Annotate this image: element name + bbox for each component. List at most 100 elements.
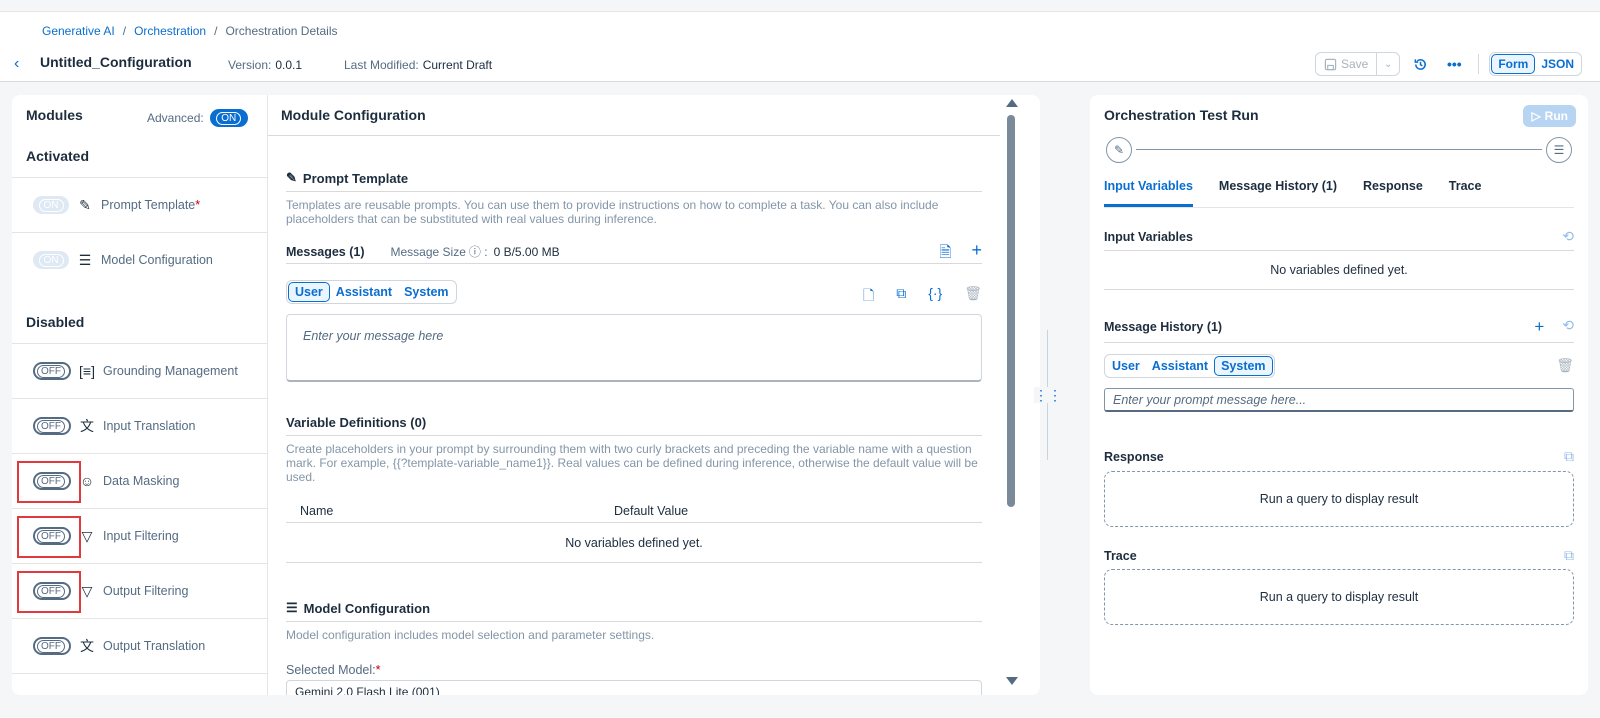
drag-handle-icon[interactable]: ⋮⋮ [1034,387,1062,403]
highlight-box [17,516,81,558]
module-toggle[interactable]: ON [33,251,69,269]
table-empty-row: No variables defined yet. [286,523,982,563]
module-toggle[interactable]: OFF [33,417,71,435]
info-icon[interactable]: ⓘ : [469,243,488,260]
copy-icon[interactable]: ⧉ [896,285,906,309]
breadcrumb-generative-ai[interactable]: Generative AI [42,24,115,38]
model-config-icon: ☰ [286,600,298,615]
messages-bar: Messages (1) Message Size ⓘ : 0 B/5.00 M… [286,240,982,264]
breadcrumb: Generative AI / Orchestration / Orchestr… [42,24,338,38]
module-output-translation[interactable]: OFF 文 Output Translation [12,618,268,673]
prompt-template-icon: ✎ [79,196,91,213]
step-prompt-icon[interactable]: ✎ [1106,137,1132,163]
save-button[interactable]: Save [1314,52,1378,76]
role-user-button[interactable]: User [1106,356,1146,376]
translate-icon: 文 [80,638,94,654]
response-result: Run a query to display result [1104,471,1574,527]
selected-model-field[interactable]: Gemini 2.0 Flash Lite (001) [286,680,982,695]
advanced-toggle-group: Advanced: ON [147,109,248,127]
model-configuration-section: ☰ Model Configuration Model configuratio… [286,600,982,642]
tab-input-variables[interactable]: Input Variables [1104,177,1193,207]
run-button[interactable]: ▷ Run [1523,105,1576,127]
module-configuration-title: Module Configuration [281,107,426,123]
version-value: 0.0.1 [275,58,303,72]
breadcrumb-orchestration[interactable]: Orchestration [134,24,206,38]
variable-icon[interactable]: {·} [928,285,942,309]
test-run-panel: Orchestration Test Run ▷ Run ✎ ☰ Input V… [1090,95,1588,695]
test-run-title: Orchestration Test Run [1104,107,1259,123]
role-system-button[interactable]: System [398,282,454,302]
trace-section: Trace ⧉ [1104,547,1574,564]
scroll-up-icon[interactable] [1006,99,1018,107]
delete-icon[interactable]: 🗑 [1556,357,1574,374]
add-file-icon[interactable]: 🗋 [863,285,874,309]
save-dropdown-chevron-icon[interactable]: ⌄ [1376,52,1401,76]
role-system-button[interactable]: System [1214,356,1273,376]
view-form-button[interactable]: Form [1491,54,1536,74]
tab-response[interactable]: Response [1363,177,1423,207]
role-assistant-button[interactable]: Assistant [330,282,398,302]
scroll-thumb[interactable] [1007,115,1015,507]
trace-result: Run a query to display result [1104,569,1574,625]
panel-splitter[interactable]: ⋮⋮ [1034,330,1062,460]
view-mode-toggle: Form JSON [1489,52,1582,76]
role-assistant-button[interactable]: Assistant [1146,356,1214,376]
add-message-icon[interactable]: + [971,241,982,267]
view-json-button[interactable]: JSON [1535,54,1580,74]
page-title: Untitled_Configuration [40,54,192,70]
modules-title: Modules [26,107,83,123]
mask-icon: ☺ [79,473,95,489]
module-toggle[interactable]: ON [33,196,69,214]
import-template-icon[interactable]: 🗎 [939,242,951,267]
advanced-toggle[interactable]: ON [209,109,248,127]
module-grounding-management[interactable]: OFF [≡] Grounding Management [12,343,268,398]
message-input[interactable]: Enter your message here [286,314,982,382]
role-user-button[interactable]: User [288,282,330,302]
filter-icon: ▽ [81,527,93,544]
variable-definitions-description: Create placeholders in your prompt by su… [286,442,978,484]
table-header: Name Default Value [286,499,982,523]
back-chevron-icon[interactable]: ‹ [14,55,19,73]
delete-icon[interactable]: 🗑 [964,285,982,309]
filter-icon: ▽ [81,582,93,599]
breadcrumb-current: Orchestration Details [225,24,338,38]
top-strip [0,0,1600,12]
variable-definitions-section: Variable Definitions (0) Create placehol… [286,415,982,484]
grounding-icon: [≡] [79,363,95,379]
history-icon[interactable] [1406,52,1434,76]
response-section: Response ⧉ [1104,448,1574,465]
tab-message-history[interactable]: Message History (1) [1219,177,1337,207]
modified-meta: Last Modified: Current Draft [344,58,493,72]
module-toggle[interactable]: OFF [33,362,71,380]
prompt-message-input[interactable]: Enter your prompt message here... [1104,388,1574,412]
message-size-value: 0 B/5.00 MB [493,244,560,259]
messages-title: Messages (1) [286,244,365,259]
play-icon: ▷ [1531,109,1541,123]
selected-model-label: Selected Model:* [286,663,381,677]
step-model-icon[interactable]: ☰ [1546,137,1572,163]
history-role-selector: User Assistant System [1104,354,1275,378]
reset-icon[interactable]: ⟲ [1562,228,1574,245]
input-variables-empty: No variables defined yet. [1104,251,1574,290]
page-header: Generative AI / Orchestration / Orchestr… [0,12,1600,82]
modules-sidebar: Modules Advanced: ON Activated ON ✎ Prom… [12,95,268,695]
scroll-down-icon[interactable] [1006,677,1018,685]
add-message-icon[interactable]: + [1534,317,1544,337]
activated-heading: Activated [26,148,90,164]
variables-table: Name Default Value No variables defined … [286,499,982,563]
configuration-panel: Modules Advanced: ON Activated ON ✎ Prom… [12,95,1040,695]
reset-icon[interactable]: ⟲ [1562,317,1574,337]
model-configuration-description: Model configuration includes model selec… [286,628,655,642]
run-stepper: ✎ ☰ [1106,137,1572,163]
copy-icon[interactable]: ⧉ [1564,547,1574,564]
tab-trace[interactable]: Trace [1449,177,1482,207]
module-toggle[interactable]: OFF [33,637,71,655]
message-history-section: Message History (1) + ⟲ [1104,317,1574,343]
config-scrollbar[interactable] [1002,95,1022,695]
module-input-translation[interactable]: OFF 文 Input Translation [12,398,268,453]
module-prompt-template[interactable]: ON ✎ Prompt Template* [12,177,268,232]
copy-icon[interactable]: ⧉ [1564,448,1574,465]
more-options-icon[interactable]: ••• [1440,52,1468,76]
module-model-configuration[interactable]: ON ☰ Model Configuration [12,232,268,287]
test-run-tabs: Input Variables Message History (1) Resp… [1104,177,1574,207]
